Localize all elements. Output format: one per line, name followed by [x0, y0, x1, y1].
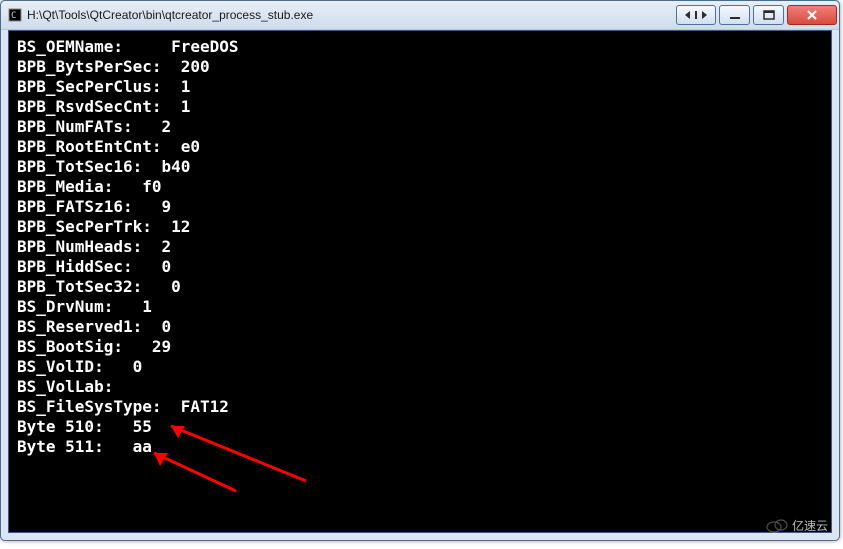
- output-line: BPB_FATSz16: 9: [17, 197, 823, 217]
- output-line: BPB_TotSec32: 0: [17, 277, 823, 297]
- close-button[interactable]: [787, 5, 837, 25]
- window-title: H:\Qt\Tools\QtCreator\bin\qtcreator_proc…: [27, 8, 313, 22]
- window-buttons: [676, 5, 837, 25]
- output-line: BPB_NumHeads: 2: [17, 237, 823, 257]
- output-line: Byte 511: aa: [17, 437, 823, 457]
- output-line: BPB_Media: f0: [17, 177, 823, 197]
- output-line: BS_OEMName: FreeDOS: [17, 37, 823, 57]
- maximize-button[interactable]: [753, 5, 784, 25]
- output-line: BS_Reserved1: 0: [17, 317, 823, 337]
- output-line: BPB_RootEntCnt: e0: [17, 137, 823, 157]
- output-line: BS_VolID: 0: [17, 357, 823, 377]
- output-line: BS_VolLab:: [17, 377, 823, 397]
- output-line: BS_FileSysType: FAT12: [17, 397, 823, 417]
- output-line: Byte 510: 55: [17, 417, 823, 437]
- titlebar[interactable]: C H:\Qt\Tools\QtCreator\bin\qtcreator_pr…: [1, 1, 839, 30]
- app-icon: C: [7, 7, 23, 23]
- output-line: BS_DrvNum: 1: [17, 297, 823, 317]
- output-line: BPB_SecPerTrk: 12: [17, 217, 823, 237]
- console-window: C H:\Qt\Tools\QtCreator\bin\qtcreator_pr…: [0, 0, 840, 541]
- move-left-right-button[interactable]: [676, 5, 716, 25]
- svg-text:C: C: [11, 11, 16, 21]
- output-line: BPB_BytsPerSec: 200: [17, 57, 823, 77]
- terminal-output: BS_OEMName: FreeDOSBPB_BytsPerSec: 200BP…: [8, 30, 832, 533]
- output-line: BPB_RsvdSecCnt: 1: [17, 97, 823, 117]
- output-line: BPB_HiddSec: 0: [17, 257, 823, 277]
- output-line: BPB_NumFATs: 2: [17, 117, 823, 137]
- watermark: 亿速云: [766, 517, 828, 534]
- output-line: BPB_SecPerClus: 1: [17, 77, 823, 97]
- output-line: BPB_TotSec16: b40: [17, 157, 823, 177]
- output-line: BS_BootSig: 29: [17, 337, 823, 357]
- minimize-button[interactable]: [719, 5, 750, 25]
